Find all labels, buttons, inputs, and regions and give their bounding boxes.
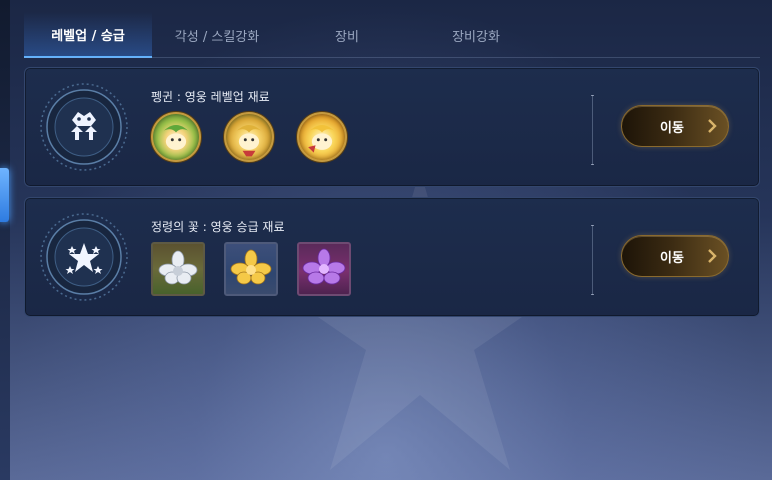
gold-penguin-item-icon[interactable] — [297, 112, 347, 162]
card-divider — [591, 95, 594, 165]
item-list — [151, 242, 370, 296]
tab-bar: 레벨업 / 승급 각성 / 스킬강화 장비 장비강화 — [24, 12, 760, 58]
card-title: 정령의 꽃 : 영웅 승급 재료 — [151, 220, 285, 234]
move-button-label: 이동 — [660, 250, 684, 266]
yellow-penguin-item-icon[interactable] — [224, 112, 274, 162]
material-card-penguin: 펭귄 : 영웅 레벨업 재료 이동 — [24, 67, 760, 187]
level-up-penguin-icon — [40, 83, 128, 171]
silver-flower-item-icon[interactable] — [151, 242, 205, 296]
tab-equipment-enhance[interactable]: 장비강화 — [412, 12, 540, 58]
tab-levelup-promotion[interactable]: 레벨업 / 승급 — [24, 12, 152, 58]
scroll-indicator[interactable] — [0, 168, 9, 222]
green-penguin-item-icon[interactable] — [151, 112, 201, 162]
tab-awaken-skill[interactable]: 각성 / 스킬강화 — [152, 12, 282, 58]
move-button[interactable]: 이동 — [621, 235, 729, 277]
chevron-right-icon — [708, 119, 717, 133]
purple-flower-item-icon[interactable] — [297, 242, 351, 296]
star-promotion-icon — [40, 213, 128, 301]
chevron-right-icon — [708, 249, 717, 263]
card-title: 펭귄 : 영웅 레벨업 재료 — [151, 90, 270, 104]
left-scroll-strip — [0, 0, 10, 480]
item-list — [151, 112, 370, 162]
card-divider — [591, 225, 594, 295]
move-button[interactable]: 이동 — [621, 105, 729, 147]
material-card-spirit-flower: 정령의 꽃 : 영웅 승급 재료 이동 — [24, 197, 760, 317]
tab-equipment[interactable]: 장비 — [282, 12, 412, 58]
move-button-label: 이동 — [660, 120, 684, 136]
gold-flower-item-icon[interactable] — [224, 242, 278, 296]
tab-divider — [24, 57, 760, 58]
